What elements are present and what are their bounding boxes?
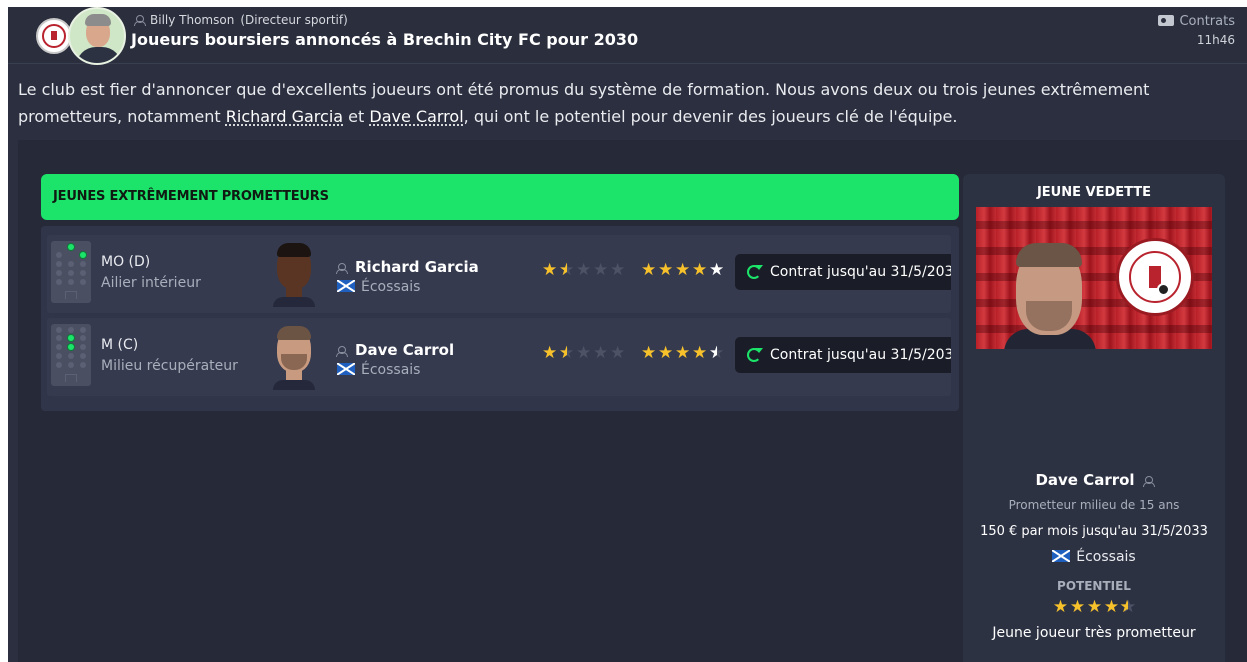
- nationality-label: Écossais: [361, 362, 421, 378]
- star-icon: ★: [709, 260, 724, 280]
- pitch-position-icon: [51, 324, 91, 386]
- star-icon: ★: [610, 343, 625, 363]
- player-link-dave-carrol[interactable]: Dave Carrol: [369, 107, 463, 126]
- star-icon: ★: [692, 260, 707, 280]
- star-icon: ★: [559, 343, 576, 363]
- pitch-position-icon: [51, 241, 91, 303]
- current-ability-stars: ★★ ★ ★ ★: [542, 260, 627, 280]
- potential-ability-stars: ★★★★★: [641, 260, 726, 280]
- featured-player-card: JEUNE VEDETTE Dave Carrol Prometteur mil…: [963, 174, 1225, 662]
- sender-role: (Directeur sportif): [240, 13, 348, 27]
- section-header: JEUNES EXTRÊMEMENT PROMETTEURS: [41, 174, 959, 220]
- featured-verdict: Jeune joueur très prometteur: [992, 625, 1196, 641]
- star-icon: ★: [1120, 597, 1137, 617]
- featured-player-photo[interactable]: [976, 207, 1212, 349]
- star-icon: ★: [675, 260, 690, 280]
- featured-title: JEUNE VEDETTE: [1036, 185, 1152, 200]
- player-name[interactable]: Dave Carrol: [355, 341, 454, 359]
- player-name-line[interactable]: Richard Garcia: [336, 258, 479, 276]
- star-icon: ★: [1069, 597, 1085, 617]
- star-icon: ★: [559, 260, 576, 280]
- star-icon: ★: [610, 260, 625, 280]
- message-body: Le club est fier d'annoncer que d'excell…: [18, 76, 1247, 130]
- player-position: M (C): [101, 337, 139, 353]
- star-icon: ★: [542, 343, 557, 363]
- featured-salary: 150 € par mois jusqu'au 31/5/2033: [980, 524, 1208, 539]
- sender-line: Billy Thomson (Directeur sportif): [134, 13, 348, 27]
- featured-name[interactable]: Dave Carrol: [1035, 471, 1134, 489]
- person-icon: [336, 346, 348, 357]
- player-name-line[interactable]: Dave Carrol: [336, 341, 454, 359]
- contract-label: Contrat jusqu'au 31/5/2033: [770, 264, 951, 280]
- featured-name-line[interactable]: Dave Carrol: [963, 471, 1225, 489]
- renew-contract-icon: [747, 348, 763, 362]
- nationality-label: Écossais: [361, 279, 421, 295]
- player-face[interactable]: [271, 241, 317, 307]
- scotland-flag-icon: [1052, 550, 1071, 562]
- person-icon: [336, 263, 348, 274]
- player-face[interactable]: [271, 324, 317, 390]
- player-role: Ailier intérieur: [101, 275, 201, 291]
- star-icon: ★: [593, 260, 608, 280]
- section-title: JEUNES EXTRÊMEMENT PROMETTEURS: [53, 189, 329, 204]
- star-icon: ★: [692, 343, 707, 363]
- contract-button[interactable]: Contrat jusqu'au 31/5/2033: [735, 254, 951, 290]
- player-row[interactable]: MO (D) Ailier intérieur Richard Garcia É…: [47, 235, 951, 313]
- star-icon: ★: [709, 343, 726, 363]
- featured-potential-stars: ★ ★ ★ ★★: [963, 597, 1225, 617]
- player-link-richard-garcia[interactable]: Richard Garcia: [226, 107, 343, 126]
- renew-contract-icon: [747, 265, 763, 279]
- player-nationality: Écossais: [337, 362, 420, 378]
- message-text-3: , qui ont le potentiel pour devenir des …: [463, 107, 958, 126]
- star-icon: ★: [641, 343, 656, 363]
- potential-ability-stars: ★★★★★: [641, 343, 726, 363]
- star-icon: ★: [1086, 597, 1102, 617]
- nationality-label: Écossais: [1076, 549, 1136, 565]
- star-icon: ★: [675, 343, 690, 363]
- player-row[interactable]: M (C) Milieu récupérateur Dave Carrol Éc…: [47, 318, 951, 396]
- star-icon: ★: [658, 343, 673, 363]
- star-icon: ★: [658, 260, 673, 280]
- contract-button[interactable]: Contrat jusqu'au 31/5/2033: [735, 337, 951, 373]
- contract-label: Contrat jusqu'au 31/5/2033: [770, 347, 951, 363]
- current-ability-stars: ★★ ★ ★ ★: [542, 343, 627, 363]
- potential-label: POTENTIEL: [1057, 579, 1131, 593]
- star-icon: ★: [1103, 597, 1119, 617]
- news-item-window: Billy Thomson (Directeur sportif) Joueurs…: [8, 7, 1247, 662]
- scotland-flag-icon: [337, 363, 355, 375]
- player-position: MO (D): [101, 254, 151, 270]
- content-panel: JEUNES EXTRÊMEMENT PROMETTEURS MO (D) Ai…: [18, 140, 1247, 662]
- player-role: Milieu récupérateur: [101, 358, 238, 374]
- star-icon: ★: [593, 343, 608, 363]
- message-time: 11h46: [1196, 33, 1235, 47]
- person-icon: [1142, 476, 1155, 487]
- player-list: MO (D) Ailier intérieur Richard Garcia É…: [41, 226, 959, 411]
- tag-icon: [1158, 15, 1175, 26]
- star-icon: ★: [1052, 597, 1068, 617]
- message-text-2: et: [343, 107, 370, 126]
- club-badge-icon: [36, 18, 72, 54]
- sender-name[interactable]: Billy Thomson: [150, 13, 234, 27]
- featured-description: Prometteur milieu de 15 ans: [1008, 498, 1180, 512]
- star-icon: ★: [576, 343, 591, 363]
- person-icon: [134, 15, 146, 26]
- sender-avatar[interactable]: [68, 7, 126, 65]
- scotland-flag-icon: [337, 280, 355, 292]
- star-icon: ★: [576, 260, 591, 280]
- star-icon: ★: [641, 260, 656, 280]
- club-crest-icon: [1116, 238, 1194, 316]
- player-name[interactable]: Richard Garcia: [355, 258, 479, 276]
- star-icon: ★: [542, 260, 557, 280]
- featured-nationality: Écossais: [963, 549, 1225, 565]
- category-label: Contrats: [1179, 14, 1235, 29]
- player-nationality: Écossais: [337, 279, 420, 295]
- message-meta: Contrats 11h46: [1158, 14, 1235, 47]
- category-tag[interactable]: Contrats: [1158, 14, 1235, 29]
- message-header: Billy Thomson (Directeur sportif) Joueurs…: [8, 7, 1247, 65]
- message-title: Joueurs boursiers annoncés à Brechin Cit…: [131, 30, 639, 49]
